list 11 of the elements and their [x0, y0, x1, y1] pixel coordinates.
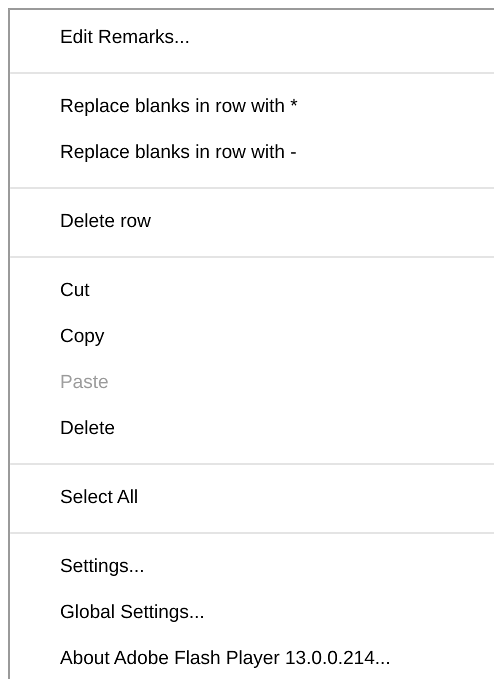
- menu-item[interactable]: About Adobe Flash Player 13.0.0.214...: [10, 636, 494, 679]
- menu-item[interactable]: Cut: [10, 268, 494, 314]
- menu-item[interactable]: Delete: [10, 406, 494, 452]
- menu-item[interactable]: Global Settings...: [10, 590, 494, 636]
- menu-item[interactable]: Delete row: [10, 199, 494, 245]
- menu-item[interactable]: Replace blanks in row with -: [10, 130, 494, 176]
- menu-item[interactable]: Select All: [10, 475, 494, 521]
- menu-item[interactable]: Edit Remarks...: [10, 15, 494, 61]
- menu-item[interactable]: Settings...: [10, 544, 494, 590]
- menu-item[interactable]: Replace blanks in row with *: [10, 84, 494, 130]
- menu-item[interactable]: Copy: [10, 314, 494, 360]
